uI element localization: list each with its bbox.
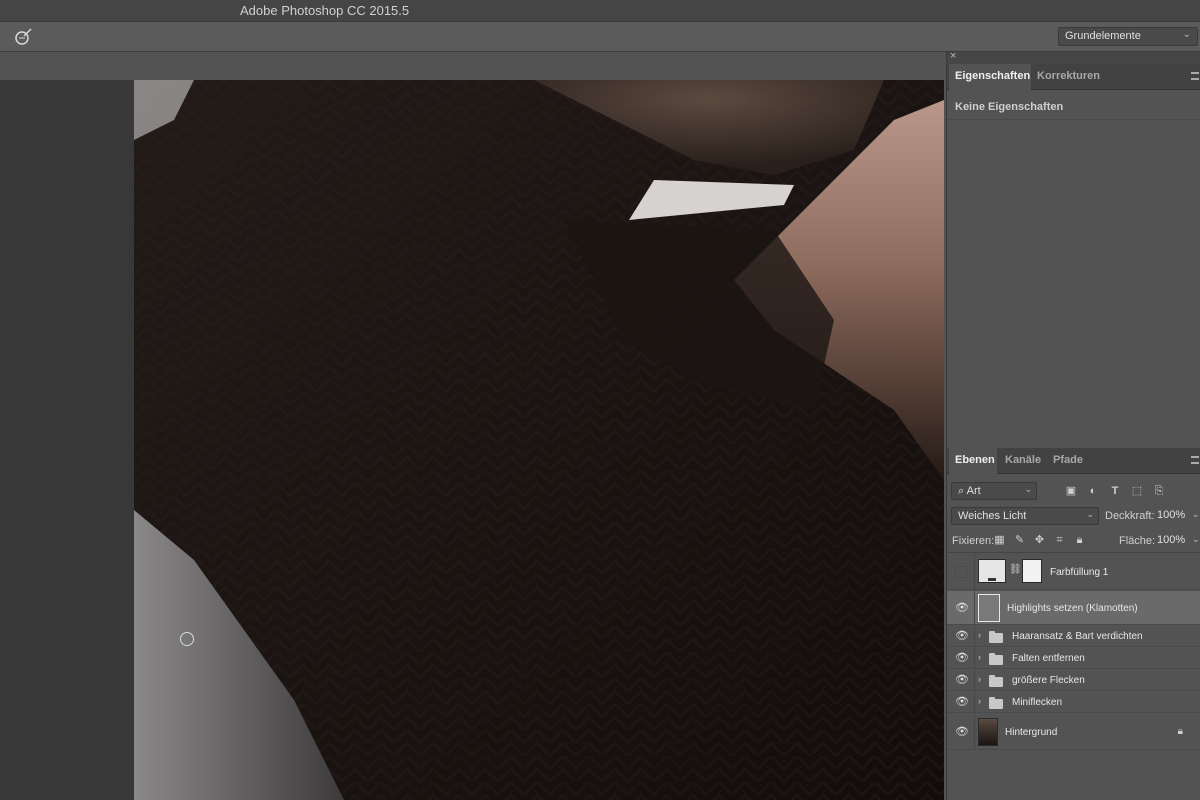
fill-input[interactable]: 100% — [1154, 532, 1194, 550]
filter-kind-select[interactable]: ⌕ Art ⌄ — [951, 482, 1037, 500]
eye-icon[interactable]: 👁︎ — [955, 674, 969, 686]
lock-icon: 🔒︎ — [1177, 726, 1183, 737]
portrait-photo — [134, 80, 944, 800]
panel-menu-icon[interactable] — [1191, 72, 1199, 80]
chevron-down-icon: ⌄ — [1086, 509, 1094, 519]
workspace-label: Grundelemente — [1065, 30, 1141, 42]
chevron-right-icon[interactable]: › — [978, 652, 981, 662]
chevron-right-icon[interactable]: › — [978, 674, 981, 684]
lock-position-icon[interactable]: ✥ — [1033, 534, 1046, 547]
image-filter-icon[interactable]: ▣ — [1065, 485, 1077, 497]
filter-kind-label: Art — [966, 485, 981, 497]
layer-row-highlights[interactable]: 👁︎ Highlights setzen (Klamotten) — [947, 591, 1200, 625]
search-icon: ⌕ — [958, 485, 965, 497]
shape-filter-icon[interactable]: ⬚ — [1131, 485, 1143, 497]
close-icon[interactable]: × — [950, 50, 956, 62]
blend-mode-row: Weiches Licht ⌄ Deckkraft: 100% ⌄ — [947, 505, 1200, 527]
document-tab-strip — [0, 52, 946, 80]
smart-object-filter-icon[interactable]: ⎘ — [1153, 485, 1165, 497]
fill-label: Fläche: — [1119, 535, 1156, 547]
folder-icon — [989, 675, 1003, 687]
layer-row-background[interactable]: 👁︎ Hintergrund 🔒︎ — [947, 714, 1200, 750]
lock-all-icon[interactable]: 🔒︎ — [1073, 534, 1086, 547]
tab-paths[interactable]: Pfade — [1053, 454, 1083, 466]
title-bar: Adobe Photoshop CC 2015.5 — [0, 0, 1200, 22]
properties-body: Keine Eigenschaften — [947, 90, 1200, 120]
fill-layer-thumbnail — [978, 559, 1006, 583]
chevron-down-icon[interactable]: ⌄ — [1192, 509, 1200, 520]
layer-name: Falten entfernen — [1012, 653, 1085, 664]
layer-name: Miniflecken — [1012, 697, 1063, 708]
healing-brush-icon[interactable] — [12, 26, 34, 48]
lock-pixels-icon[interactable]: ✎ — [1013, 534, 1026, 547]
eye-icon[interactable]: 👁︎ — [955, 630, 969, 642]
layer-name: größere Flecken — [1012, 675, 1085, 686]
blend-mode-label: Weiches Licht — [958, 510, 1027, 522]
layer-group-haaransatz[interactable]: 👁︎ › Haaransatz & Bart verdichten — [947, 626, 1200, 647]
lock-artboard-icon[interactable]: ⌗ — [1053, 534, 1066, 547]
tab-properties[interactable]: Eigenschaften — [955, 70, 1030, 82]
document-canvas[interactable] — [134, 80, 944, 800]
chevron-down-icon: ⌄ — [1024, 484, 1032, 494]
chevron-down-icon[interactable]: ⌄ — [1192, 534, 1200, 545]
link-icon[interactable]: ⛓︎ — [1009, 564, 1022, 575]
blend-mode-select[interactable]: Weiches Licht ⌄ — [951, 507, 1099, 525]
adjustment-filter-icon[interactable]: ◐ — [1087, 485, 1099, 497]
layer-filter-row: ⌕ Art ⌄ ▣ ◐ T ⬚ ⎘ — [947, 480, 1200, 504]
layer-thumbnail — [978, 594, 1000, 622]
chevron-down-icon: ⌄ — [1182, 29, 1191, 40]
chevron-right-icon[interactable]: › — [978, 630, 981, 640]
folder-icon — [989, 697, 1003, 709]
layer-thumbnail — [978, 718, 998, 746]
canvas-pasteboard — [0, 80, 134, 800]
no-properties-label: Keine Eigenschaften — [955, 101, 1064, 113]
layer-group-groessere-flecken[interactable]: 👁︎ › größere Flecken — [947, 670, 1200, 691]
layer-row-color-fill[interactable]: ⛓︎ Farbfüllung 1 — [947, 554, 1200, 590]
type-filter-icon[interactable]: T — [1109, 485, 1121, 497]
lock-transparency-icon[interactable]: ▦ — [993, 534, 1006, 547]
right-panel-dock: × Eigenschaften Korrekturen Keine Eigens… — [946, 50, 1200, 800]
chevron-right-icon[interactable]: › — [978, 696, 981, 706]
layer-group-falten[interactable]: 👁︎ › Falten entfernen — [947, 648, 1200, 669]
eye-icon[interactable]: 👁︎ — [955, 602, 969, 614]
window-title: Adobe Photoshop CC 2015.5 — [240, 3, 410, 18]
layer-name: Haaransatz & Bart verdichten — [1012, 631, 1143, 642]
lock-row: Fixieren: ▦ ✎ ✥ ⌗ 🔒︎ Fläche: 100% ⌄ — [947, 529, 1200, 553]
layer-name: Hintergrund — [1005, 727, 1058, 738]
tab-layers[interactable]: Ebenen — [955, 454, 995, 466]
eye-icon[interactable]: 👁︎ — [955, 726, 969, 738]
tab-adjustments[interactable]: Korrekturen — [1037, 70, 1100, 82]
folder-icon — [989, 653, 1003, 665]
layers-tab-bar: Ebenen Kanäle Pfade — [947, 448, 1200, 474]
visibility-toggle-off[interactable] — [955, 566, 967, 578]
opacity-input[interactable]: 100% — [1154, 507, 1194, 525]
panel-menu-icon[interactable] — [1191, 456, 1199, 464]
folder-icon — [989, 631, 1003, 643]
opacity-label: Deckkraft: — [1105, 510, 1155, 522]
eye-icon[interactable]: 👁︎ — [955, 652, 969, 664]
layer-name: Highlights setzen (Klamotten) — [1007, 603, 1138, 614]
layer-mask-thumbnail[interactable] — [1022, 559, 1042, 583]
lock-label: Fixieren: — [952, 535, 995, 547]
brush-cursor — [180, 632, 194, 646]
panel-collapse-bar[interactable]: × — [947, 50, 1200, 64]
tab-channels[interactable]: Kanäle — [1005, 454, 1041, 466]
layer-group-miniflecken[interactable]: 👁︎ › Miniflecken — [947, 692, 1200, 713]
photoshop-window: Adobe Photoshop CC 2015.5 Grundelemente … — [0, 0, 1200, 800]
properties-tab-bar: Eigenschaften Korrekturen — [947, 64, 1200, 90]
eye-icon[interactable]: 👁︎ — [955, 696, 969, 708]
options-bar: Grundelemente ⌄ — [0, 22, 1200, 52]
layer-name: Farbfüllung 1 — [1050, 567, 1109, 578]
workspace-select[interactable]: Grundelemente ⌄ — [1058, 27, 1198, 46]
